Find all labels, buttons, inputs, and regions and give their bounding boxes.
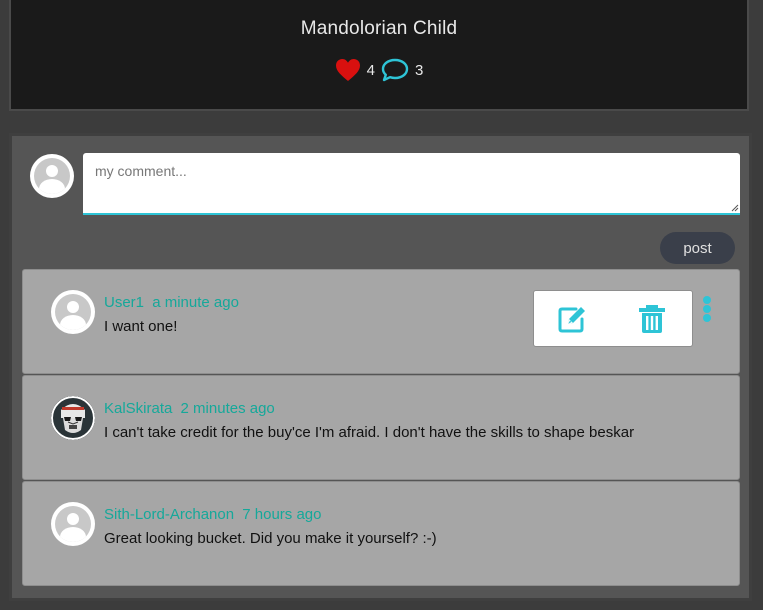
like-count: 4 bbox=[366, 61, 375, 79]
comment-item: User1 a minute ago I want one! bbox=[22, 269, 740, 374]
comment-item: Sith-Lord-Archanon 7 hours ago Great loo… bbox=[22, 481, 740, 586]
like-stat[interactable]: 4 bbox=[335, 58, 375, 82]
comment-meta: KalSkirata 2 minutes ago bbox=[104, 400, 275, 417]
post-header: Mandolorian Child 4 3 bbox=[9, 0, 749, 111]
comment-author[interactable]: Sith-Lord-Archanon bbox=[104, 506, 234, 523]
post-stats: 4 3 bbox=[11, 58, 747, 82]
comment-item: KalSkirata 2 minutes ago I can't take cr… bbox=[22, 375, 740, 480]
comment-author[interactable]: KalSkirata bbox=[104, 400, 172, 417]
comment-text: I want one! bbox=[104, 318, 178, 335]
default-avatar-icon bbox=[34, 158, 70, 194]
comment-text: I can't take credit for the buy'ce I'm a… bbox=[104, 424, 635, 441]
comment-stat[interactable]: 3 bbox=[381, 58, 423, 82]
comment-author[interactable]: User1 bbox=[104, 294, 144, 311]
stormtrooper-avatar-icon bbox=[51, 396, 95, 440]
trash-icon bbox=[639, 305, 665, 333]
comments-panel: post User1 a minute ago I want one! bbox=[9, 133, 752, 601]
default-avatar-icon bbox=[55, 506, 91, 542]
comment-time: a minute ago bbox=[152, 294, 239, 311]
comment-count: 3 bbox=[415, 61, 424, 79]
comment-input[interactable] bbox=[83, 153, 740, 215]
comment-actions-popup bbox=[533, 290, 693, 347]
speech-bubble-icon[interactable] bbox=[381, 58, 409, 82]
post-title: Mandolorian Child bbox=[300, 18, 458, 39]
edit-button[interactable] bbox=[556, 303, 588, 335]
default-avatar-icon bbox=[55, 294, 91, 330]
comment-meta: Sith-Lord-Archanon 7 hours ago bbox=[104, 506, 321, 523]
avatar bbox=[51, 502, 95, 546]
avatar bbox=[51, 290, 95, 334]
more-options-icon[interactable] bbox=[701, 296, 713, 324]
comment-time: 7 hours ago bbox=[242, 506, 322, 523]
post-button[interactable]: post bbox=[660, 232, 735, 264]
current-user-avatar bbox=[30, 154, 74, 198]
edit-icon bbox=[558, 307, 585, 333]
comment-text: Great looking bucket. Did you make it yo… bbox=[104, 530, 437, 547]
avatar bbox=[51, 396, 95, 440]
heart-icon[interactable] bbox=[335, 58, 361, 82]
comment-time: 2 minutes ago bbox=[180, 400, 275, 417]
comment-meta: User1 a minute ago bbox=[104, 294, 239, 311]
delete-button[interactable] bbox=[636, 303, 668, 335]
